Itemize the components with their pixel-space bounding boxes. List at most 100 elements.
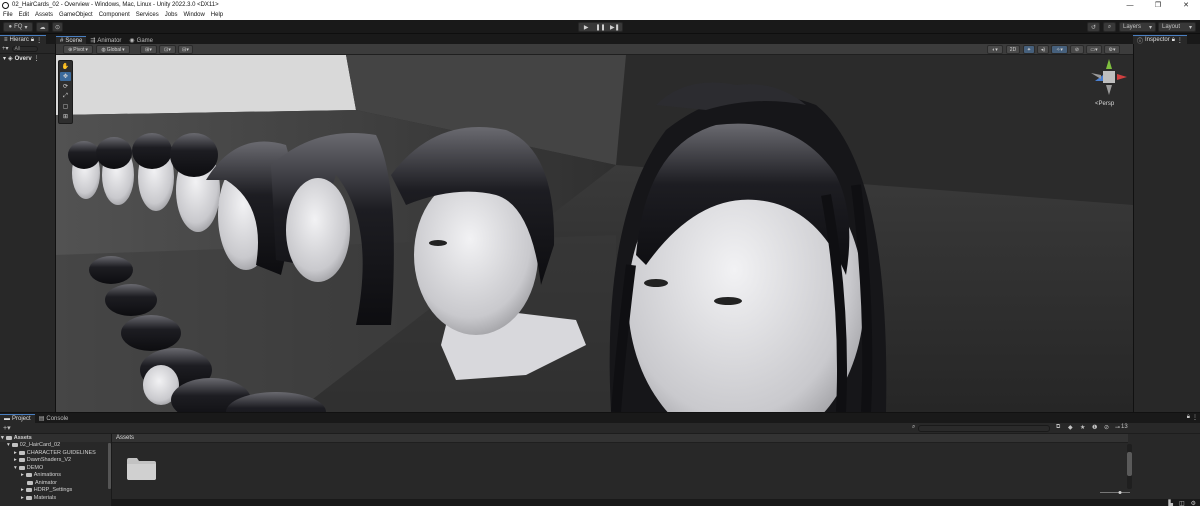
tree-item-haircard[interactable]: ▾ 02_HairCard_02: [0, 442, 111, 450]
tree-item-animator[interactable]: Animator: [0, 479, 111, 487]
global-dropdown[interactable]: ◍ Global ▾: [96, 45, 130, 54]
cache-server-icon[interactable]: ◫: [1179, 500, 1185, 506]
folder-thumbnail[interactable]: [126, 456, 157, 481]
camera-dropdown[interactable]: ▭▾: [1086, 45, 1102, 54]
favorite-icon[interactable]: ★: [1080, 424, 1085, 431]
maximize-button[interactable]: ❐: [1144, 0, 1172, 10]
gizmos-dropdown[interactable]: ⚙▾: [1104, 45, 1120, 54]
scene-orientation-gizmo[interactable]: <Persp: [1091, 59, 1127, 111]
hand-tool-icon[interactable]: ✋: [60, 62, 71, 71]
menu-assets[interactable]: Assets: [35, 12, 53, 18]
minimize-button[interactable]: —: [1116, 0, 1144, 10]
hierarchy-item-scene[interactable]: ▾ ◈ Overv ⋮: [0, 54, 55, 63]
label-icon[interactable]: ◆: [1068, 424, 1073, 431]
lightbulb-icon: ✦: [1026, 46, 1032, 53]
tree-item-materials[interactable]: ▸ Materials: [0, 494, 111, 502]
hidden-count[interactable]: ⊸ 13: [1115, 424, 1128, 431]
search-by-type-icon[interactable]: ⧉: [1056, 424, 1060, 431]
account-dropdown[interactable]: ● FQ ▾: [3, 22, 33, 32]
menu-jobs[interactable]: Jobs: [165, 12, 178, 18]
close-button[interactable]: ✕: [1172, 0, 1200, 10]
increment-snap-dropdown[interactable]: ⊡▾: [159, 45, 176, 54]
scrollbar-thumb[interactable]: [1127, 452, 1132, 476]
thumbnail-size-slider[interactable]: [1100, 491, 1130, 494]
hidden-objects-toggle[interactable]: ⊘: [1070, 45, 1084, 54]
tab-hierarchy[interactable]: ≡ Hierarc 🔒︎ ⋮: [0, 35, 47, 44]
lighting-toggle[interactable]: ✦: [1023, 45, 1035, 54]
scene-tools-palette: ✋ ✥ ⟳ ⤢ ▢ ⊞: [58, 60, 73, 124]
grid-snap-dropdown[interactable]: ⊞▾: [140, 45, 157, 54]
pause-icon[interactable]: ❚❚: [593, 23, 607, 31]
project-search-input[interactable]: [918, 425, 1050, 432]
tree-scrollbar[interactable]: [108, 443, 111, 489]
project-panel: ▬ Project ▤ Console 🔒︎ ⋮ +▾ ⌕ ⧉ ◆ ★ ❶ ⊘ …: [0, 412, 1200, 506]
tree-item-label: Materials: [33, 494, 57, 501]
add-icon[interactable]: +▾: [2, 45, 9, 52]
scene-render: [56, 55, 1133, 412]
kebab-menu-icon[interactable]: ⋮: [34, 55, 40, 62]
camera-icon: ▭▾: [1090, 46, 1098, 53]
menu-services[interactable]: Services: [136, 12, 159, 18]
package-icon[interactable]: ❶: [1092, 424, 1097, 431]
menu-component[interactable]: Component: [99, 12, 130, 18]
menu-help[interactable]: Help: [211, 12, 223, 18]
collab-button[interactable]: ⊙: [52, 22, 63, 32]
snap-settings-button[interactable]: ⊟▾: [178, 45, 193, 54]
menu-edit[interactable]: Edit: [19, 12, 29, 18]
scale-tool-icon[interactable]: ⤢: [60, 92, 71, 101]
move-tool-icon[interactable]: ✥: [60, 72, 71, 81]
menu-gameobject[interactable]: GameObject: [59, 12, 93, 18]
pivot-dropdown[interactable]: ⊕ Pivot ▾: [63, 45, 93, 54]
chevron-right-icon: ▸: [21, 494, 24, 501]
tree-item-hdrp-settings[interactable]: ▸ HDRP_Settings: [0, 487, 111, 495]
draw-mode-dropdown[interactable]: ◐▾: [987, 45, 1003, 54]
assets-breadcrumb[interactable]: Assets: [112, 434, 1128, 443]
menu-file[interactable]: File: [3, 12, 13, 18]
kebab-menu-icon[interactable]: ⋮: [36, 37, 42, 44]
lock-icon[interactable]: 🔒︎: [31, 37, 34, 44]
eye-slash-icon[interactable]: ⊘: [1104, 424, 1109, 431]
tree-item-demo[interactable]: ▾ DEMO: [0, 464, 111, 472]
tree-item-label: Assets: [13, 434, 32, 441]
scene-viewport[interactable]: ✋ ✥ ⟳ ⤢ ▢ ⊞ <Persp: [56, 55, 1133, 412]
tab-inspector[interactable]: ⓘ Inspector 🔒︎ ⋮: [1133, 35, 1187, 45]
add-asset-icon[interactable]: +▾: [3, 424, 11, 432]
hierarchy-search-input[interactable]: All: [11, 45, 38, 52]
debug-icon[interactable]: ⚙: [1191, 500, 1196, 506]
tree-item-character-guidelines[interactable]: ▸ CHARACTER GUIDELINES: [0, 449, 111, 457]
lock-icon[interactable]: 🔒︎: [1187, 414, 1190, 421]
assets-scrollbar[interactable]: [1127, 444, 1132, 489]
cloud-button[interactable]: ☁: [36, 22, 49, 32]
folder-icon: ▬: [4, 416, 10, 422]
rect-tool-icon[interactable]: ▢: [60, 102, 71, 111]
layers-dropdown[interactable]: Layers ▾: [1119, 22, 1156, 32]
search-button[interactable]: ⌕: [1103, 22, 1116, 32]
tree-item-assets[interactable]: ▾ Assets: [0, 434, 111, 442]
tab-project[interactable]: ▬ Project: [0, 414, 35, 423]
account-label: FQ: [14, 24, 23, 30]
folder-icon: [18, 465, 25, 470]
menu-window[interactable]: Window: [183, 12, 204, 18]
undo-history-button[interactable]: ↺: [1087, 22, 1100, 32]
hierarchy-icon: ≡: [4, 37, 8, 43]
layout-dropdown[interactable]: Layout ▾: [1158, 22, 1196, 32]
tree-item-dawnshaders[interactable]: ▸ DawnShaders_V2: [0, 457, 111, 465]
projection-label[interactable]: <Persp: [1095, 101, 1114, 107]
play-icon[interactable]: ▶: [579, 23, 593, 31]
toggle-2d-button[interactable]: 2D: [1006, 45, 1020, 54]
shading-icon: ◐▾: [992, 46, 998, 53]
tab-console[interactable]: ▤ Console: [35, 414, 73, 423]
snap-settings-icon: ⊟▾: [182, 46, 189, 53]
lock-icon[interactable]: 🔒︎: [1172, 37, 1175, 44]
tag-icon: ⊸: [1115, 425, 1121, 431]
progress-icon[interactable]: ▙: [1168, 500, 1173, 506]
effects-dropdown[interactable]: ✧▾: [1051, 45, 1068, 54]
audio-toggle[interactable]: ◂): [1037, 45, 1049, 54]
transform-tool-icon[interactable]: ⊞: [60, 112, 71, 121]
kebab-menu-icon[interactable]: ⋮: [1177, 37, 1183, 44]
eye-slash-icon: ⊘: [1074, 46, 1080, 53]
kebab-menu-icon[interactable]: ⋮: [1192, 414, 1198, 421]
tree-item-animations[interactable]: ▸ Animations: [0, 472, 111, 480]
rotate-tool-icon[interactable]: ⟳: [60, 82, 71, 91]
step-icon[interactable]: ▶❚: [608, 23, 622, 31]
